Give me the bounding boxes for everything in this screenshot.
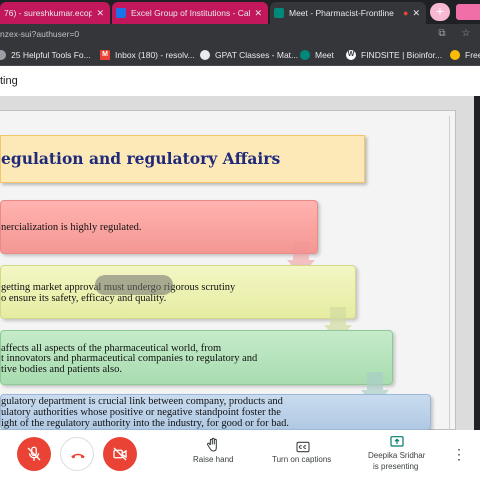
browser-tab-meet[interactable]: Meet - Pharmacist-Frontline ● ✕ — [270, 2, 426, 24]
raise-hand-label[interactable]: Raise hand — [193, 455, 233, 464]
new-tab-button[interactable]: + — [430, 3, 450, 21]
bookmark-label: FINDSITE | Bioinfor... — [361, 50, 443, 60]
bookmark-label: Inbox (180) - resolv... — [115, 50, 195, 60]
tab-close-icon[interactable]: ✕ — [254, 8, 262, 19]
hang-up-icon — [71, 453, 85, 459]
link-icon — [0, 50, 6, 60]
share-icon[interactable]: ⧉ — [436, 27, 448, 41]
browser-tab-gmail[interactable]: 76) - sureshkumar.ecop@ ✕ — [0, 2, 110, 24]
bookmark-label: 25 Helpful Tools Fo... — [11, 50, 91, 60]
captions-label[interactable]: Turn on captions — [272, 455, 331, 464]
present-screen-icon[interactable] — [389, 434, 405, 450]
slide-point-box: nercialization is highly regulated. — [0, 200, 318, 254]
bookmark-label: Meet — [315, 50, 334, 60]
url-text[interactable]: nzex-sui?authuser=0 — [0, 27, 79, 41]
tab-search-button[interactable] — [456, 4, 480, 20]
camera-off-icon — [113, 447, 127, 461]
bookmark-label: GPAT Classes - Mat... — [215, 50, 299, 60]
star-icon[interactable]: ☆ — [460, 27, 472, 41]
slide-point-line: ulatory authorities whose positive or ne… — [1, 407, 281, 418]
stage-right-border — [474, 96, 480, 430]
tab-title: Excel Group of Institutions - Cale — [131, 8, 251, 18]
bookmark-item[interactable]: GPAT Classes - Mat... — [200, 48, 298, 62]
slide-point-line: t innovators and pharmaceutical companie… — [1, 353, 258, 364]
slide-point-line: gulatory department is crucial link betw… — [1, 396, 283, 407]
presenting-status: is presenting — [373, 462, 419, 471]
recording-icon: ● — [403, 8, 409, 18]
raise-hand-icon[interactable] — [205, 437, 221, 453]
bookmark-item[interactable]: 25 Helpful Tools Fo... — [0, 48, 91, 62]
slide-point-line: tive bodies and patients also. — [1, 364, 123, 375]
bookmark-item[interactable]: Meet — [300, 48, 334, 62]
bookmark-item[interactable]: W FINDSITE | Bioinfor... — [346, 48, 442, 62]
browser-tab-calendar[interactable]: Excel Group of Institutions - Cale ✕ — [112, 2, 268, 24]
bookmark-item[interactable]: M Inbox (180) - resolv... — [100, 48, 195, 62]
slide-point-line: nercialization is highly regulated. — [1, 222, 142, 233]
presentation-overlay-pill[interactable] — [95, 275, 173, 295]
globe-icon — [200, 50, 210, 60]
meeting-header: ting — [0, 66, 480, 96]
browser-tab-strip: 76) - sureshkumar.ecop@ ✕ Excel Group of… — [0, 0, 480, 24]
camera-toggle-button[interactable] — [103, 437, 137, 471]
meeting-title: ting — [0, 75, 18, 87]
presenter-name: Deepika Sridhar — [368, 451, 426, 460]
bookmark-label: Free — [465, 50, 480, 60]
mic-off-icon — [27, 446, 41, 461]
slide-title-box: egulation and regulatory Affairs — [0, 135, 365, 183]
bookmark-item[interactable]: Free — [450, 48, 480, 62]
tab-close-icon[interactable]: ✕ — [96, 8, 104, 19]
gmail-icon: M — [100, 50, 110, 60]
slide-point-box: getting market approval must undergo rig… — [0, 265, 356, 319]
slide-title: egulation and regulatory Affairs — [1, 149, 281, 168]
calendar-icon — [116, 8, 126, 18]
slide-point-box: affects all aspects of the pharmaceutica… — [0, 330, 393, 385]
tab-title: Meet - Pharmacist-Frontline — [289, 8, 394, 18]
leave-call-button[interactable] — [60, 437, 94, 471]
bookmarks-bar: 25 Helpful Tools Fo... M Inbox (180) - r… — [0, 44, 480, 66]
tab-close-icon[interactable]: ✕ — [412, 8, 420, 19]
slide-point-box: gulatory department is crucial link betw… — [0, 394, 431, 430]
meet-icon — [300, 50, 310, 60]
site-icon — [450, 50, 460, 60]
tab-title: 76) - sureshkumar.ecop@ — [4, 8, 93, 18]
captions-icon[interactable] — [295, 439, 311, 455]
microphone-toggle-button[interactable] — [17, 437, 51, 471]
wordpress-icon: W — [346, 50, 356, 60]
meet-icon — [274, 8, 284, 18]
slide-point-line: ight of the regulatory authority into th… — [1, 418, 290, 429]
address-bar: nzex-sui?authuser=0 ⧉ ☆ — [0, 24, 480, 44]
more-options-button[interactable]: ⋮ — [452, 445, 466, 463]
